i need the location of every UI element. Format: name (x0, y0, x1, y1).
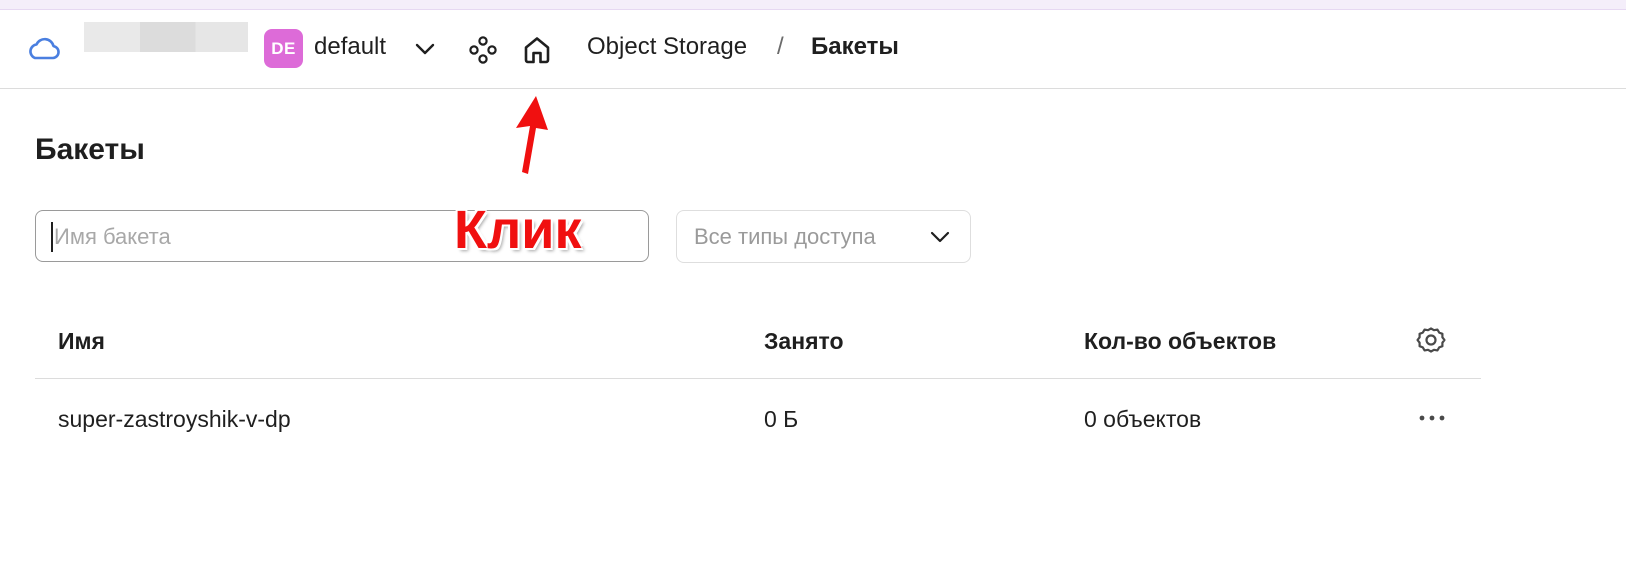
more-horizontal-icon[interactable] (1415, 406, 1449, 430)
top-header: DE default Object Storage / Бакеты (0, 10, 1626, 89)
home-icon[interactable] (519, 32, 555, 68)
chevron-down-icon (929, 226, 951, 248)
folder-name[interactable]: default (314, 32, 386, 62)
access-type-value: Все типы доступа (694, 224, 876, 249)
column-header-objects[interactable]: Кол-во объектов (1084, 326, 1276, 356)
page-title: Бакеты (35, 133, 145, 166)
text-caret (51, 222, 53, 252)
services-icon[interactable] (467, 34, 499, 66)
annotation-label: Клик (454, 200, 582, 260)
table-divider (35, 378, 1481, 379)
arrow-up-icon (496, 92, 566, 178)
gear-icon[interactable] (1414, 324, 1448, 358)
table-row[interactable]: super-zastroyshik-v-dp 0 Б 0 объектов (35, 380, 1481, 456)
cloud-icon[interactable] (26, 34, 62, 64)
folder-avatar[interactable]: DE (264, 29, 303, 68)
cloud-name-redacted[interactable] (84, 22, 248, 52)
column-header-size[interactable]: Занято (764, 326, 844, 356)
bucket-name-link[interactable]: super-zastroyshik-v-dp (58, 404, 291, 434)
chevron-down-icon[interactable] (412, 36, 438, 62)
bucket-object-count: 0 объектов (1084, 406, 1202, 432)
top-accent-bar (0, 0, 1626, 10)
bucket-size: 0 Б (764, 406, 799, 432)
access-type-select[interactable]: Все типы доступа (676, 210, 971, 263)
breadcrumb-service[interactable]: Object Storage (587, 32, 747, 62)
breadcrumb-current: Бакеты (811, 33, 899, 60)
breadcrumb-separator: / (777, 33, 784, 60)
column-header-name[interactable]: Имя (58, 326, 105, 356)
